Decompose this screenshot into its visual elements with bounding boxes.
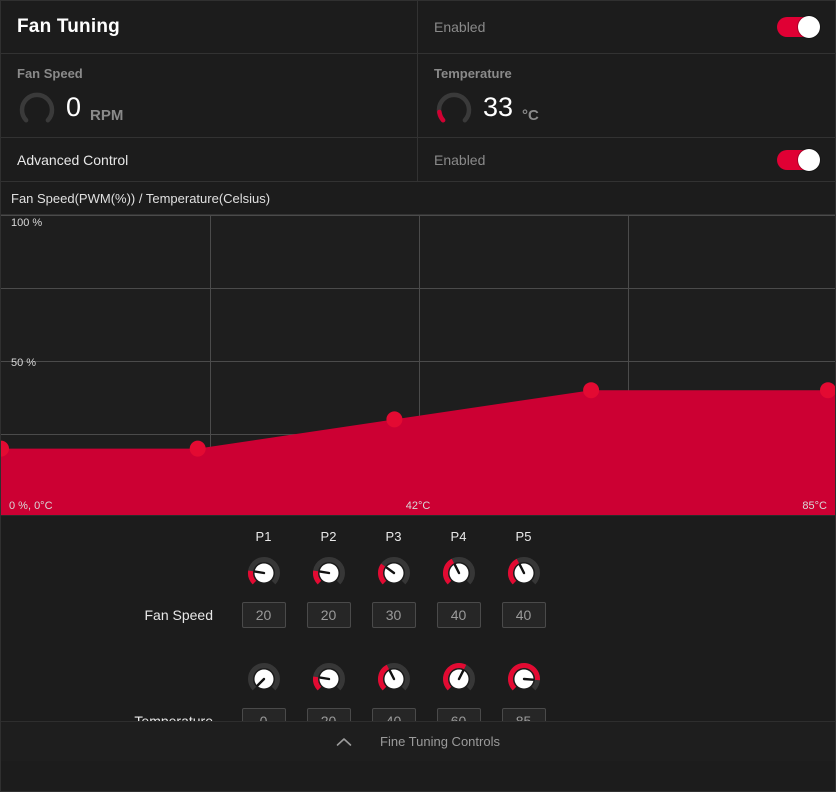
row-gap bbox=[1, 634, 835, 656]
temperature-knobs[interactable] bbox=[231, 660, 556, 698]
fan-speed-input-row: Fan Speed 20 20 30 40 40 bbox=[1, 596, 835, 634]
fan-speed-readout: Fan Speed 0 RPM bbox=[1, 54, 418, 137]
point-header-p3: P3 bbox=[361, 529, 426, 544]
point-header-cols: P1 P2 P3 P4 P5 bbox=[231, 529, 556, 544]
advanced-control-enable-cell: Enabled bbox=[418, 138, 835, 181]
point-header-label: P2 bbox=[320, 528, 337, 544]
chevron-up-icon bbox=[336, 737, 352, 746]
points-panel: P1P2P3P4P5 Fan Speed 2020304040 Temperat… bbox=[1, 516, 835, 761]
temperature-knob-p4-wrap bbox=[426, 660, 491, 698]
temperature-knob-p4[interactable] bbox=[440, 660, 478, 698]
toggle-knob bbox=[798, 148, 820, 171]
fine-tuning-controls-label: Fine Tuning Controls bbox=[380, 734, 500, 749]
temperature-knob-p3-wrap bbox=[361, 660, 426, 698]
temperature-knob-row bbox=[1, 656, 835, 702]
fan-speed-input-p5-wrap: 40 bbox=[491, 602, 556, 628]
fan-tuning-enabled-label: Enabled bbox=[434, 19, 486, 35]
advanced-control-label: Advanced Control bbox=[17, 151, 129, 168]
fan-speed-input-p2-wrap: 20 bbox=[296, 602, 361, 628]
advanced-control-toggle[interactable] bbox=[777, 148, 820, 171]
curve-point-p3[interactable] bbox=[386, 411, 403, 428]
temperature-knob-p2[interactable] bbox=[310, 660, 348, 698]
fan-speed-gauge-icon bbox=[19, 92, 55, 123]
point-header-p4: P4 bbox=[426, 529, 491, 544]
point-header-label: P1 bbox=[255, 528, 272, 544]
temperature-unit: °C bbox=[522, 107, 539, 124]
fan-speed-row-label: Fan Speed bbox=[144, 607, 214, 623]
point-header-p2: P2 bbox=[296, 529, 361, 544]
point-header-p5: P5 bbox=[491, 529, 556, 544]
fine-tuning-controls-bar[interactable]: Fine Tuning Controls bbox=[1, 721, 835, 761]
curve-point-p2[interactable] bbox=[189, 440, 206, 457]
fan-speed-input-p1-wrap: 20 bbox=[231, 602, 296, 628]
fan-speed-input-p2[interactable]: 20 bbox=[306, 602, 351, 628]
fan-speed-input-p4[interactable]: 40 bbox=[436, 602, 481, 628]
fan-curve-plot[interactable] bbox=[1, 215, 835, 515]
page-title: Fan Tuning bbox=[17, 16, 120, 37]
point-header-label: P5 bbox=[515, 528, 532, 544]
temperature-knob-p1[interactable] bbox=[245, 660, 283, 698]
fan-speed-knob-p4[interactable] bbox=[440, 554, 478, 592]
fan-tuning-toggle[interactable] bbox=[777, 16, 820, 38]
fan-speed-knob-p1[interactable] bbox=[245, 554, 283, 592]
fan-speed-input-p5[interactable]: 40 bbox=[501, 602, 546, 628]
fan-speed-inputs[interactable]: 20 20 30 40 40 bbox=[231, 602, 556, 628]
fan-speed-input-p3-wrap: 30 bbox=[361, 602, 426, 628]
fan-speed-knob-p2-wrap bbox=[296, 554, 361, 592]
temperature-knob-p5-wrap bbox=[491, 660, 556, 698]
temperature-knob-p5[interactable] bbox=[505, 660, 543, 698]
header-title-cell: Fan Tuning bbox=[1, 1, 418, 53]
point-header-row: P1 P2 P3 P4 P5 bbox=[1, 522, 835, 550]
temperature-knob-p1-wrap bbox=[231, 660, 296, 698]
temperature-readout: Temperature 33 °C bbox=[418, 54, 835, 137]
fan-speed-value: 0 bbox=[66, 91, 82, 122]
fan-speed-unit: RPM bbox=[90, 107, 124, 124]
chart-header-text: Fan Speed(PWM(%)) / Temperature(Celsius) bbox=[11, 190, 271, 206]
fan-curve-chart[interactable]: 100 % 50 % 0 %, 0°C 42°C 85°C bbox=[1, 215, 835, 516]
point-header-label: P3 bbox=[385, 528, 402, 544]
fan-speed-input-p1[interactable]: 20 bbox=[241, 602, 286, 628]
fan-speed-label: Fan Speed bbox=[17, 66, 83, 81]
advanced-control-label-cell: Advanced Control bbox=[1, 138, 418, 181]
fan-speed-knob-p2[interactable] bbox=[310, 554, 348, 592]
point-header-p1: P1 bbox=[231, 529, 296, 544]
fan-speed-knobs[interactable] bbox=[231, 554, 556, 592]
temperature-knob-p3[interactable] bbox=[375, 660, 413, 698]
fan-speed-knob-p5-wrap bbox=[491, 554, 556, 592]
readout-row: Fan Speed 0 RPM Temperature 33 °C bbox=[1, 54, 835, 138]
temperature-gauge-icon bbox=[436, 92, 472, 123]
fan-speed-knob-p5[interactable] bbox=[505, 554, 543, 592]
fan-speed-knob-p4-wrap bbox=[426, 554, 491, 592]
fan-speed-knob-p3[interactable] bbox=[375, 554, 413, 592]
header-row: Fan Tuning Enabled bbox=[1, 1, 835, 54]
point-header-label: P4 bbox=[450, 528, 467, 544]
temperature-label: Temperature bbox=[434, 66, 512, 81]
chart-header: Fan Speed(PWM(%)) / Temperature(Celsius) bbox=[1, 182, 835, 215]
advanced-control-row: Advanced Control Enabled bbox=[1, 138, 835, 182]
toggle-knob bbox=[798, 16, 820, 38]
fan-speed-knob-p3-wrap bbox=[361, 554, 426, 592]
fan-speed-input-p4-wrap: 40 bbox=[426, 602, 491, 628]
curve-point-p4[interactable] bbox=[583, 382, 600, 399]
temperature-knob-p2-wrap bbox=[296, 660, 361, 698]
advanced-control-enabled-label: Enabled bbox=[434, 151, 486, 168]
header-enable-cell: Enabled bbox=[418, 1, 835, 53]
fan-speed-knob-p1-wrap bbox=[231, 554, 296, 592]
fan-speed-input-p3[interactable]: 30 bbox=[371, 602, 416, 628]
fan-speed-knob-row bbox=[1, 550, 835, 596]
temperature-value: 33 bbox=[483, 91, 514, 122]
fan-tuning-panel: Fan Tuning Enabled Fan Speed 0 RPM Tempe… bbox=[0, 0, 836, 792]
